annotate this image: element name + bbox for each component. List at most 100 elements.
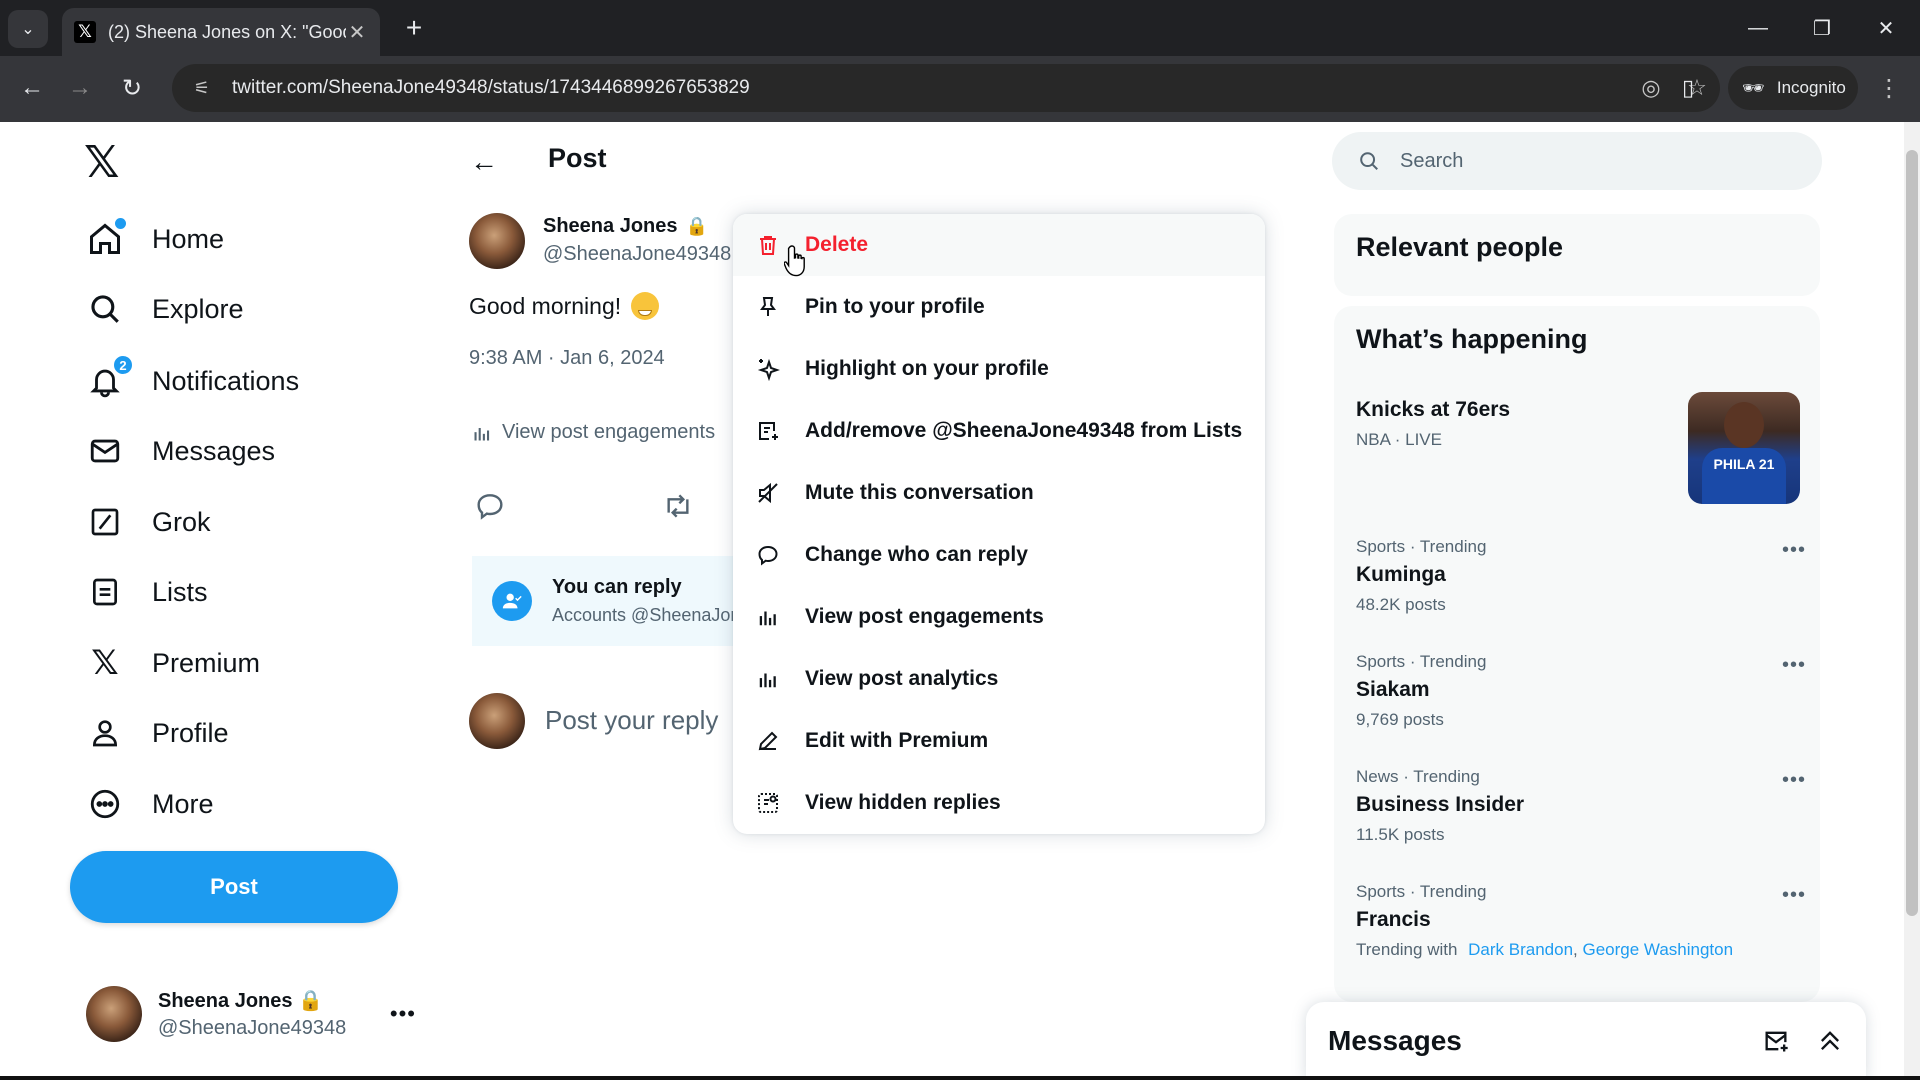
live-event-image[interactable]: PHILA 21 — [1688, 392, 1800, 504]
trend-meta: Sports · Trending — [1356, 652, 1487, 671]
grinning-emoji-icon — [631, 292, 660, 320]
sidebar-item-profile[interactable]: Profile — [84, 705, 229, 761]
sidebar-item-messages[interactable]: Messages — [84, 423, 275, 479]
repost-icon[interactable] — [662, 490, 694, 522]
trend-item[interactable]: Sports · Trending Kuminga 48.2K posts ••… — [1356, 537, 1806, 615]
sidebar-label: Grok — [152, 506, 211, 537]
trending-with-label: Trending with — [1356, 940, 1458, 959]
sidebar-item-lists[interactable]: Lists — [84, 564, 208, 620]
sidebar-item-home[interactable]: Home — [84, 211, 224, 267]
post-author-avatar[interactable] — [469, 213, 525, 269]
menu-item-change-reply[interactable]: Change who can reply — [733, 524, 1265, 586]
relevant-people-title: Relevant people — [1356, 232, 1564, 262]
menu-item-edit-premium[interactable]: Edit with Premium — [733, 710, 1265, 772]
chevrons-up-icon[interactable] — [1812, 1023, 1848, 1059]
sidebar-item-more[interactable]: More — [84, 776, 214, 832]
bar-chart-icon — [472, 423, 492, 443]
back-arrow-icon[interactable]: ← — [470, 146, 498, 178]
restore-button[interactable]: ❐ — [1794, 8, 1850, 48]
sidebar-label: Explore — [152, 293, 244, 324]
person-check-icon — [492, 581, 532, 621]
sidebar-item-notifications[interactable]: 2 Notifications — [84, 353, 299, 409]
trend-name: Business Insider — [1356, 793, 1525, 816]
whats-happening-title: What’s happening — [1356, 324, 1588, 354]
address-bar[interactable]: ⚟ twitter.com/SheenaJone49348/status/174… — [172, 64, 1720, 112]
back-button[interactable]: ← — [12, 68, 52, 108]
search-box[interactable] — [1332, 132, 1822, 190]
trend-item[interactable]: Sports · Trending Siakam 9,769 posts ••• — [1356, 652, 1806, 730]
menu-item-label: Mute this conversation — [805, 481, 1034, 504]
menu-item-delete[interactable]: Delete — [733, 214, 1265, 276]
messages-drawer[interactable]: Messages — [1306, 1002, 1866, 1080]
trend-item[interactable]: News · Trending Business Insider 11.5K p… — [1356, 767, 1806, 845]
menu-item-label: View post analytics — [805, 667, 999, 690]
post-options-menu: Delete Pin to your profile Highlight on … — [733, 214, 1265, 834]
reply-input[interactable] — [545, 700, 735, 740]
post-timestamp[interactable]: 9:38 AM · Jan 6, 2024 — [469, 347, 665, 370]
menu-item-engagements[interactable]: View post engagements — [733, 586, 1265, 648]
url-text: twitter.com/SheenaJone49348/status/17434… — [232, 77, 750, 98]
sidebar-item-grok[interactable]: Grok — [84, 494, 211, 550]
trash-icon — [755, 232, 781, 258]
reply-notice-subtitle: Accounts @SheenaJone49348 follows or men… — [552, 605, 734, 625]
list-add-icon — [755, 418, 781, 444]
trend-link[interactable]: Dark Brandon — [1468, 940, 1573, 959]
scrollbar-thumb[interactable] — [1906, 150, 1918, 916]
menu-item-label: Highlight on your profile — [805, 357, 1049, 380]
more-dots-icon[interactable]: ••• — [1782, 539, 1806, 562]
relevant-people-card: Relevant people — [1334, 214, 1820, 296]
sidebar-label: Profile — [152, 717, 229, 748]
minimize-button[interactable]: — — [1730, 8, 1786, 48]
more-dots-icon[interactable]: ••• — [1782, 769, 1806, 792]
sidebar-item-premium[interactable]: 𝕏 Premium — [84, 635, 260, 691]
trend-item[interactable]: Sports · Trending Francis Trending with … — [1356, 882, 1806, 960]
search-input[interactable] — [1400, 149, 1780, 173]
menu-item-pin[interactable]: Pin to your profile — [733, 276, 1265, 338]
more-dots-icon[interactable]: ••• — [1782, 884, 1806, 907]
menu-item-analytics[interactable]: View post analytics — [733, 648, 1265, 710]
x-logo-icon[interactable]: 𝕏 — [84, 140, 130, 186]
menu-item-highlight[interactable]: Highlight on your profile — [733, 338, 1265, 400]
tab-search-button[interactable]: ⌄ — [8, 10, 48, 48]
reply-icon[interactable] — [474, 490, 506, 522]
post-text-content: Good morning! — [469, 292, 622, 319]
account-switcher[interactable]: Sheena Jones 🔒 @SheenaJone49348 ••• — [86, 984, 416, 1044]
reload-button[interactable]: ↻ — [112, 68, 152, 108]
menu-item-label: Change who can reply — [805, 543, 1028, 566]
browser-menu-icon[interactable]: ⋮ — [1874, 68, 1904, 108]
sidebar-label: Home — [152, 223, 225, 254]
menu-item-mute[interactable]: Mute this conversation — [733, 462, 1265, 524]
author-name: Sheena Jones — [543, 215, 678, 237]
browser-tab-bar: ⌄ 𝕏 (2) Sheena Jones on X: "Good m ✕ + —… — [0, 0, 1920, 56]
trend-link[interactable]: George Washington — [1583, 940, 1734, 959]
more-dots-icon[interactable]: ••• — [1782, 654, 1806, 677]
menu-item-label: View post engagements — [805, 605, 1044, 628]
new-tab-button[interactable]: + — [396, 10, 432, 46]
close-window-button[interactable]: ✕ — [1858, 8, 1914, 48]
menu-item-hidden-replies[interactable]: View hidden replies — [733, 772, 1265, 834]
trend-count: 9,769 posts — [1356, 710, 1444, 729]
view-engagements-link[interactable]: View post engagements — [472, 421, 715, 444]
sidebar-item-explore[interactable]: Explore — [84, 281, 244, 337]
post-author-name[interactable]: Sheena Jones 🔒 — [543, 215, 708, 238]
hand-cursor-icon — [784, 244, 810, 278]
site-info-icon[interactable]: ⚟ — [182, 78, 222, 99]
browser-tab[interactable]: 𝕏 (2) Sheena Jones on X: "Good m ✕ — [62, 8, 380, 56]
sidebar-label: Messages — [152, 435, 276, 466]
menu-item-lists[interactable]: Add/remove @SheenaJone49348 from Lists — [733, 400, 1265, 462]
post-button[interactable]: Post — [70, 851, 398, 923]
post-author-handle[interactable]: @SheenaJone49348 — [543, 243, 733, 266]
reply-notice-title: You can reply — [552, 576, 682, 598]
trend-meta: News · Trending — [1356, 767, 1480, 786]
reply-restriction-notice: You can reply Accounts @SheenaJone49348 … — [472, 556, 734, 646]
menu-item-label: Pin to your profile — [805, 295, 985, 318]
forward-button[interactable]: → — [60, 68, 100, 108]
more-dots-icon[interactable]: ••• — [390, 1001, 416, 1027]
side-panel-icon[interactable]: ▯ — [1668, 68, 1708, 108]
pin-icon — [755, 294, 781, 320]
hidden-replies-icon — [755, 790, 781, 816]
engagements-label: View post engagements — [502, 421, 716, 443]
close-tab-icon[interactable]: ✕ — [346, 20, 368, 45]
new-message-icon[interactable] — [1758, 1023, 1794, 1059]
incognito-indicator[interactable]: 🕶 Incognito — [1728, 66, 1858, 110]
